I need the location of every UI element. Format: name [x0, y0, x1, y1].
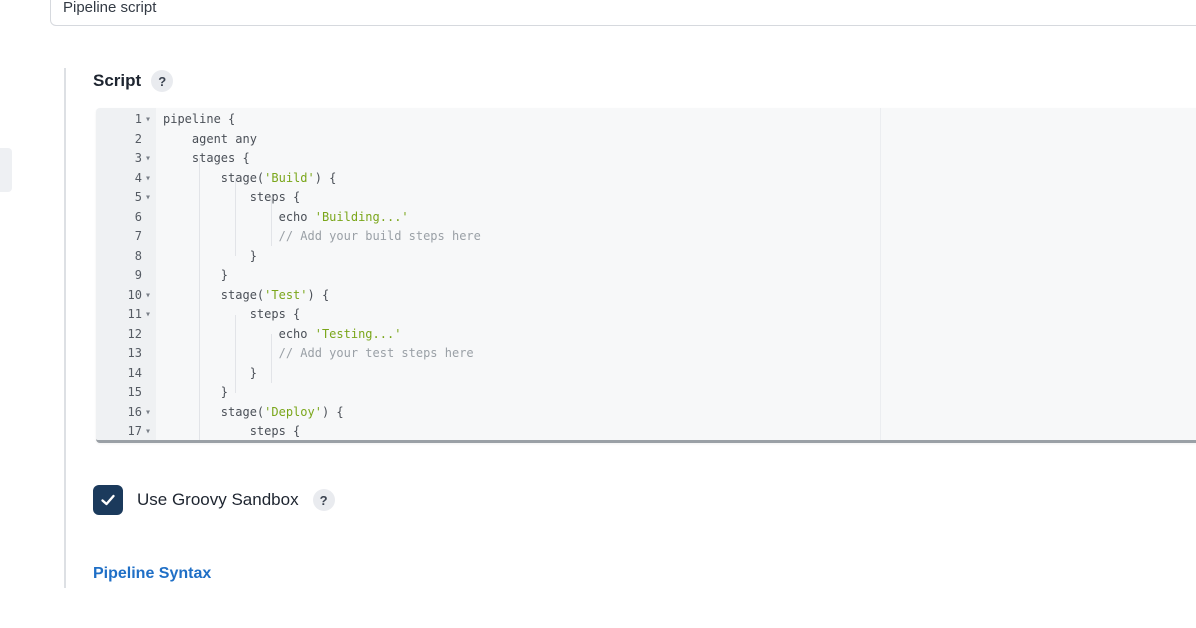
code-text: pipeline { [163, 110, 235, 130]
code-text: } [163, 247, 257, 267]
code-line: 7 // Add your build steps here [96, 227, 1196, 247]
line-number: 8 [134, 248, 142, 263]
string-token: 'Testing...' [314, 326, 402, 341]
line-number: 15 [127, 385, 142, 399]
script-label: Script [93, 71, 142, 90]
code-token: echo [163, 326, 315, 341]
code-text: steps { [163, 305, 301, 325]
code-text: echo 'Testing...' [163, 325, 402, 345]
code-text: } [163, 364, 257, 384]
fold-toggle-icon[interactable]: ▾ [145, 422, 155, 440]
code-token: stage( [163, 170, 265, 185]
definition-selected-value: Pipeline script [63, 0, 157, 16]
code-line: 10 ▾ stage('Test') { [96, 286, 1196, 306]
code-text: steps { [163, 188, 301, 208]
code-text: stage('Deploy') { [163, 403, 344, 423]
code-line: 17 ▾ steps { [96, 422, 1196, 440]
code-line: 11 ▾ steps { [96, 305, 1196, 325]
fold-toggle-icon[interactable]: ▾ [145, 403, 155, 423]
code-line: 2 agent any [96, 130, 1196, 150]
groovy-sandbox-label[interactable]: Use Groovy Sandbox [137, 490, 299, 510]
code-token: agent any [163, 131, 257, 146]
code-text: } [163, 383, 228, 403]
comment-token: // Add your build steps here [163, 229, 481, 243]
line-number: 11 [127, 307, 142, 321]
code-text: stage('Test') { [163, 286, 329, 306]
groovy-sandbox-row: Use Groovy Sandbox ? [93, 485, 335, 515]
code-text: stage('Build') { [163, 169, 337, 189]
pipeline-syntax-link[interactable]: Pipeline Syntax [93, 565, 211, 583]
code-line: 13 // Add your test steps here [96, 344, 1196, 364]
fold-toggle-icon[interactable]: ▾ [145, 286, 155, 306]
line-number: 16 [127, 404, 142, 419]
line-number: 4 [134, 170, 142, 185]
code-line: 9 } [96, 266, 1196, 286]
code-line: 4 ▾ stage('Build') { [96, 169, 1196, 189]
script-help-button[interactable]: ? [151, 70, 174, 92]
line-number: 9 [134, 268, 142, 282]
definition-select[interactable]: Pipeline script [50, 0, 1196, 26]
code-token: } [163, 385, 229, 399]
line-number: 14 [127, 365, 142, 380]
string-token: 'Deploy' [264, 404, 322, 419]
code-token: ) { [307, 287, 330, 302]
left-nav-marker [0, 148, 12, 192]
code-text: echo 'Building...' [163, 208, 409, 228]
code-line: 1 ▾ pipeline { [96, 110, 1196, 130]
line-number: 12 [127, 326, 142, 341]
code-line: 16 ▾ stage('Deploy') { [96, 403, 1196, 423]
script-editor[interactable]: 1 ▾ pipeline {2 agent any 3 ▾ stages {4 ▾ sta… [96, 108, 1196, 443]
code-token: stages { [163, 151, 250, 165]
code-text: // Add your test steps here [163, 344, 474, 364]
code-token: steps { [163, 307, 301, 321]
line-number: 5 [134, 190, 142, 204]
code-text: steps { [163, 422, 301, 440]
code-line: 8 } [96, 247, 1196, 267]
fold-toggle-icon[interactable]: ▾ [145, 110, 155, 130]
line-number: 1 [134, 112, 142, 126]
script-label-row: Script ? [93, 70, 174, 92]
code-line: 3 ▾ stages { [96, 149, 1196, 169]
fold-toggle-icon[interactable]: ▾ [145, 149, 155, 169]
line-number: 7 [134, 229, 142, 243]
code-token: ) { [314, 170, 337, 185]
code-line: 14 } [96, 364, 1196, 384]
line-number: 3 [134, 151, 142, 165]
code-token: echo [163, 209, 315, 224]
code-text: stages { [163, 149, 250, 169]
code-token: stage( [163, 287, 265, 302]
editor-code-lines: 1 ▾ pipeline {2 agent any 3 ▾ stages {4 ▾ sta… [96, 110, 1196, 440]
line-number: 6 [134, 209, 142, 224]
code-text: } [163, 266, 228, 286]
line-number: 10 [127, 287, 142, 302]
line-number: 13 [127, 346, 142, 360]
fold-toggle-icon[interactable]: ▾ [145, 188, 155, 208]
code-line: 5 ▾ steps { [96, 188, 1196, 208]
code-token: stage( [163, 404, 265, 419]
code-line: 6 echo 'Building...' [96, 208, 1196, 228]
code-token: } [163, 365, 257, 380]
code-token: steps { [163, 190, 301, 204]
checkmark-icon [101, 494, 115, 506]
code-line: 12 echo 'Testing...' [96, 325, 1196, 345]
code-token: } [163, 248, 257, 263]
fold-toggle-icon[interactable]: ▾ [145, 305, 155, 325]
string-token: 'Building...' [314, 209, 409, 224]
code-line: 15 } [96, 383, 1196, 403]
section-indent-rail [64, 68, 66, 588]
code-token: ) { [321, 404, 344, 419]
groovy-sandbox-checkbox[interactable] [93, 485, 123, 515]
sandbox-help-button[interactable]: ? [312, 489, 335, 511]
line-number: 17 [127, 424, 142, 438]
code-text: // Add your build steps here [163, 227, 481, 247]
code-text: agent any [163, 130, 257, 150]
fold-toggle-icon[interactable]: ▾ [145, 169, 155, 189]
code-token: steps { [163, 424, 301, 438]
string-token: 'Build' [264, 170, 315, 185]
code-token: pipeline { [163, 112, 236, 126]
comment-token: // Add your test steps here [163, 346, 474, 360]
string-token: 'Test' [264, 287, 308, 302]
line-number: 2 [134, 131, 142, 146]
code-token: } [163, 268, 229, 282]
